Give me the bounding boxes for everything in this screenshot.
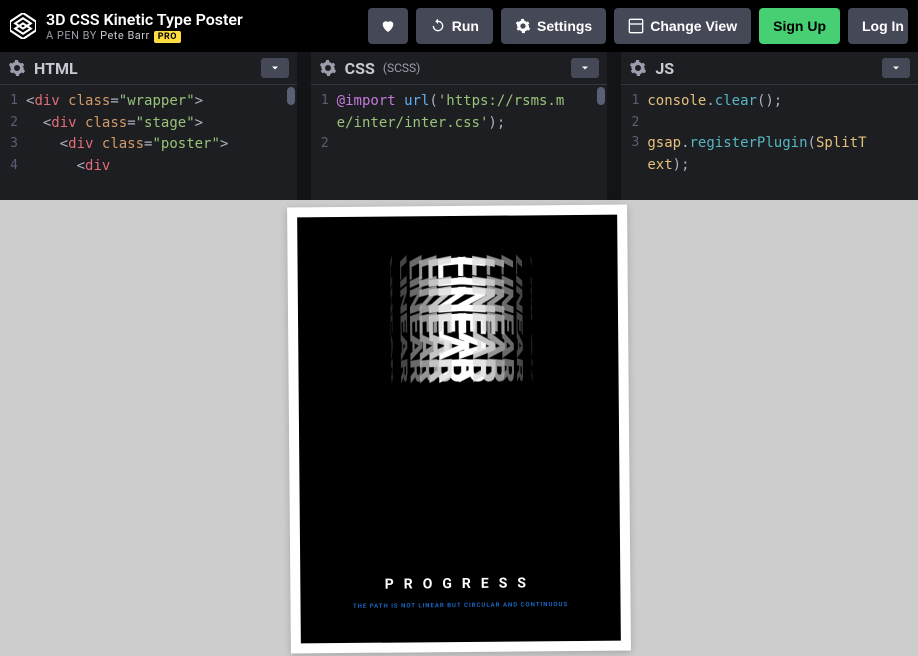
change-view-button[interactable]: Change View xyxy=(614,8,751,44)
line-number: 1 xyxy=(4,91,26,113)
settings-label: Settings xyxy=(537,18,592,34)
gear-icon[interactable] xyxy=(8,59,26,77)
code-text: gsap.registerPlugin(SplitText); xyxy=(647,133,874,176)
css-editor-title: CSS xyxy=(345,59,375,78)
code-line: 2 xyxy=(625,113,914,133)
line-number: 2 xyxy=(4,113,26,135)
code-line: 1@import url('https://rsms.me/inter/inte… xyxy=(315,91,604,134)
code-text: <div class="wrapper"> xyxy=(26,91,203,113)
line-number: 3 xyxy=(4,134,26,156)
poster-subtitle: THE PATH IS NOT LINEAR BUT CIRCULAR AND … xyxy=(353,601,568,610)
line-number: 2 xyxy=(625,113,647,133)
code-line: 4 <div xyxy=(4,156,293,178)
editors-row: HTML 1<div class="wrapper">2 <div class=… xyxy=(0,52,918,200)
change-view-label: Change View xyxy=(650,18,737,34)
scrollbar-thumb[interactable] xyxy=(287,87,295,105)
pro-badge: PRO xyxy=(154,31,181,43)
html-editor-title: HTML xyxy=(34,59,78,78)
gear-icon[interactable] xyxy=(629,59,647,77)
line-number: 1 xyxy=(315,91,337,134)
login-label: Log In xyxy=(862,18,904,34)
chevron-down-icon xyxy=(269,62,281,74)
kinetic-word-layer: LINEAR xyxy=(390,251,395,520)
pen-byline: A PEN BY Pete Barr PRO xyxy=(46,29,368,42)
gear-icon xyxy=(515,18,531,34)
code-line: 1console.clear(); xyxy=(625,91,914,113)
run-button[interactable]: Run xyxy=(416,8,493,44)
code-line: 2 <div class="stage"> xyxy=(4,113,293,135)
heart-icon xyxy=(380,18,396,34)
code-text: console.clear(); xyxy=(647,91,782,113)
author-link[interactable]: Pete Barr xyxy=(100,29,150,42)
poster: LINEARLINEARLINEARLINEARLINEARLINEARLINE… xyxy=(297,215,621,644)
chevron-down-icon xyxy=(890,62,902,74)
run-label: Run xyxy=(452,18,479,34)
settings-button[interactable]: Settings xyxy=(501,8,606,44)
heart-button[interactable] xyxy=(368,8,408,44)
toolbar: Run Settings Change View Sign Up Log In xyxy=(368,8,908,44)
css-collapse-button[interactable] xyxy=(571,58,599,78)
layout-icon xyxy=(628,18,644,34)
app-header: 3D CSS Kinetic Type Poster A PEN BY Pete… xyxy=(0,0,918,52)
html-editor: HTML 1<div class="wrapper">2 <div class=… xyxy=(0,52,297,200)
css-editor-subtitle: (SCSS) xyxy=(383,61,420,75)
js-editor-title: JS xyxy=(655,59,674,78)
css-code-area[interactable]: 1@import url('https://rsms.me/inter/inte… xyxy=(311,85,608,200)
html-code-area[interactable]: 1<div class="wrapper">2 <div class="stag… xyxy=(0,85,297,200)
css-editor: CSS (SCSS) 1@import url('https://rsms.me… xyxy=(311,52,608,200)
scrollbar-thumb[interactable] xyxy=(597,87,605,105)
code-text: <div class="stage"> xyxy=(26,113,203,135)
kinetic-word-layer: LINEAR xyxy=(530,250,535,519)
code-line: 3gsap.registerPlugin(SplitText); xyxy=(625,133,914,176)
chevron-down-icon xyxy=(579,62,591,74)
js-code-area[interactable]: 1console.clear();23gsap.registerPlugin(S… xyxy=(621,85,918,200)
code-line: 1<div class="wrapper"> xyxy=(4,91,293,113)
js-collapse-button[interactable] xyxy=(882,58,910,78)
line-number: 4 xyxy=(4,156,26,178)
js-editor-header: JS xyxy=(621,52,918,85)
code-text: @import url('https://rsms.me/inter/inter… xyxy=(337,91,572,134)
cycle-icon xyxy=(430,18,446,34)
preview-area: LINEARLINEARLINEARLINEARLINEARLINEARLINE… xyxy=(0,200,918,656)
line-number: 1 xyxy=(625,91,647,113)
gear-icon[interactable] xyxy=(319,59,337,77)
js-editor: JS 1console.clear();23gsap.registerPlugi… xyxy=(621,52,918,200)
poster-frame: LINEARLINEARLINEARLINEARLINEARLINEARLINE… xyxy=(287,205,631,654)
code-line: 2 xyxy=(315,134,604,154)
css-editor-header: CSS (SCSS) xyxy=(311,52,608,85)
byline-prefix: A PEN BY xyxy=(46,29,100,42)
html-collapse-button[interactable] xyxy=(261,58,289,78)
login-button[interactable]: Log In xyxy=(848,8,908,44)
pen-title: 3D CSS Kinetic Type Poster xyxy=(46,10,368,29)
code-text: <div class="poster"> xyxy=(26,134,228,156)
codepen-logo[interactable] xyxy=(10,13,36,39)
title-block: 3D CSS Kinetic Type Poster A PEN BY Pete… xyxy=(46,10,368,42)
line-number: 3 xyxy=(625,133,647,176)
code-text: <div xyxy=(26,156,110,178)
signup-label: Sign Up xyxy=(773,18,826,34)
line-number: 2 xyxy=(315,134,337,154)
code-line: 3 <div class="poster"> xyxy=(4,134,293,156)
poster-title: PROGRESS xyxy=(385,575,536,592)
kinetic-type: LINEARLINEARLINEARLINEARLINEARLINEARLINE… xyxy=(357,255,560,557)
signup-button[interactable]: Sign Up xyxy=(759,8,840,44)
html-editor-header: HTML xyxy=(0,52,297,85)
